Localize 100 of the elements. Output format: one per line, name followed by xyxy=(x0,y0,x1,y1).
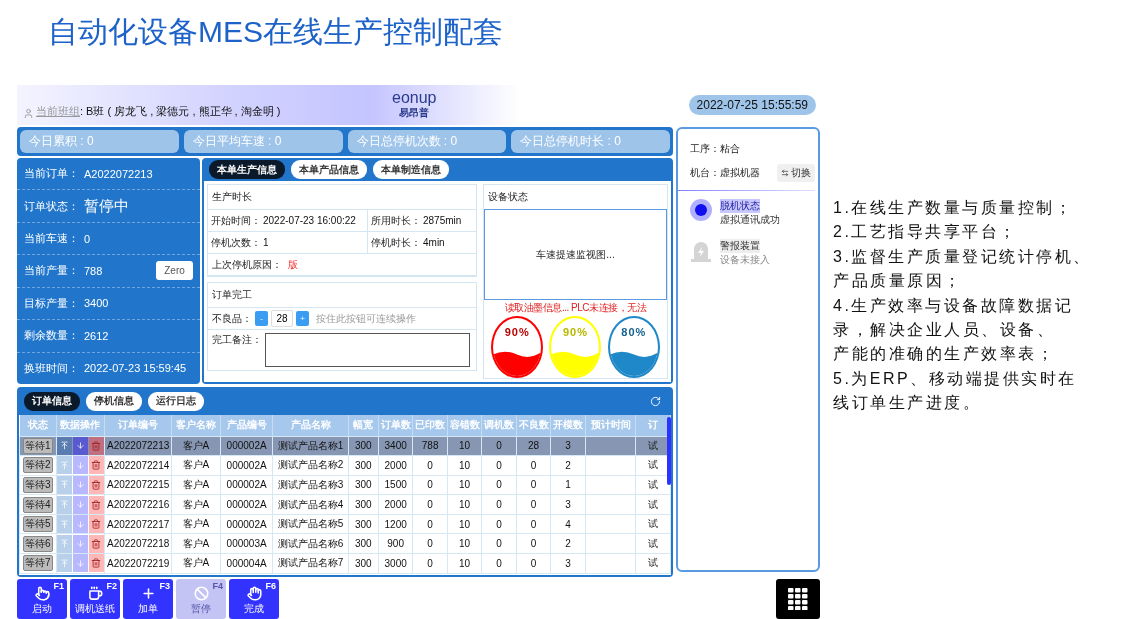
table-cell: 0 xyxy=(481,455,517,476)
table-cell: 2 xyxy=(550,533,586,554)
column-header: 产品编号 xyxy=(220,415,273,436)
defect-count-field[interactable]: 28 xyxy=(271,310,293,327)
table-cell: 10 xyxy=(447,455,482,476)
table-cell: 3 xyxy=(550,436,586,456)
delete-button[interactable] xyxy=(88,534,104,553)
table-cell: A2022072218 xyxy=(104,533,172,554)
column-header: 状态 xyxy=(19,415,56,436)
ink-reading: 90% xyxy=(562,326,588,340)
card-title: 生产时长 xyxy=(208,185,476,210)
arrow-up-to-line-icon xyxy=(59,441,69,451)
trash-icon xyxy=(91,519,102,530)
arrow-down-icon xyxy=(75,460,85,470)
table-cell: 000002A xyxy=(220,514,273,534)
apps-button[interactable] xyxy=(776,579,820,619)
shortcut-key: F4 xyxy=(212,581,223,591)
table-tab[interactable]: 运行日志 xyxy=(148,391,204,411)
detail-tab[interactable]: 本单产品信息 xyxy=(291,160,367,179)
table-cell: 客户A xyxy=(171,494,221,515)
zero-button[interactable]: Zero xyxy=(156,261,193,281)
column-header: 开模数 xyxy=(550,415,586,436)
table-cell: 测试产品名称2 xyxy=(273,455,348,476)
note-item: 2.工艺指导共享平台； xyxy=(833,222,1019,243)
column-header: 调机数 xyxy=(481,415,517,436)
team-members: : B班 ( 房龙飞 , 梁德元 , 熊正华 , 淘金明 ) xyxy=(80,104,281,119)
action-label: 加单 xyxy=(138,602,158,616)
status-button[interactable]: 等待5 xyxy=(22,516,53,533)
info-value: 暂停中 xyxy=(84,196,129,216)
table-cell: 1 xyxy=(550,475,586,495)
table-cell: 0 xyxy=(481,514,517,534)
column-header: 订单数 xyxy=(378,415,413,436)
table-cell: 000002A xyxy=(220,436,273,456)
shortcut-key: F6 xyxy=(265,581,276,591)
info-value: A2022072213 xyxy=(84,167,153,180)
field-value: 4min xyxy=(423,237,445,248)
field-label: 所用时长： xyxy=(371,213,421,228)
status-button[interactable]: 等待4 xyxy=(22,496,53,513)
table-cell: 客户A xyxy=(171,514,221,534)
delete-button[interactable] xyxy=(88,495,104,514)
logo-subtitle: 易昂普 xyxy=(399,107,430,120)
status-button[interactable]: 等待2 xyxy=(22,457,53,474)
delete-button[interactable] xyxy=(88,515,104,533)
info-label: 换班时间： xyxy=(24,360,80,376)
action-button[interactable]: F3 加单 xyxy=(123,579,173,619)
table-cell: 10 xyxy=(447,436,482,456)
status-button[interactable]: 等待3 xyxy=(22,477,53,493)
table-cell: 1500 xyxy=(378,475,413,495)
delete-button[interactable] xyxy=(88,476,104,494)
delete-button[interactable] xyxy=(88,554,104,573)
table-cell: 试 xyxy=(635,494,671,515)
table-cell: 0 xyxy=(516,514,551,534)
trash-icon xyxy=(91,460,102,471)
table-tab[interactable]: 订单信息 xyxy=(24,391,80,411)
note-item: 1.在线生产数量与质量控制； xyxy=(833,198,1075,218)
status-button[interactable]: 等待7 xyxy=(22,555,53,572)
status-button[interactable]: 等待6 xyxy=(22,535,53,552)
field-label: 停机次数： xyxy=(211,235,261,250)
arrow-up-to-line-icon xyxy=(59,500,69,510)
info-label: 目标产量： xyxy=(24,295,80,311)
table-cell: 000003A xyxy=(220,533,273,554)
action-button[interactable]: F1 启动 xyxy=(17,579,67,619)
column-header: 预计时间 xyxy=(585,415,636,436)
detail-tab[interactable]: 本单制造信息 xyxy=(373,160,449,179)
action-button[interactable]: F2 调机送纸 xyxy=(70,579,120,619)
table-cell: 10 xyxy=(447,553,482,574)
remark-field[interactable] xyxy=(265,333,470,367)
table-cell: 测试产品名称6 xyxy=(273,533,348,554)
table-cell: 300 xyxy=(348,533,379,554)
scrollbar[interactable] xyxy=(667,417,671,485)
refresh-icon[interactable] xyxy=(650,395,661,407)
stat-pill: 今日平均车速 : 0 xyxy=(183,130,343,153)
status-button[interactable]: 等待1 xyxy=(22,437,53,454)
table-cell: A2022072214 xyxy=(104,455,172,476)
arrow-down-icon xyxy=(75,441,85,451)
arrow-down-icon xyxy=(75,500,85,510)
field-label: 完工备注： xyxy=(212,333,262,347)
shortcut-key: F3 xyxy=(159,581,170,591)
table-tab[interactable]: 停机信息 xyxy=(86,391,142,411)
ban-icon xyxy=(193,586,209,601)
logo-wordmark: eonup xyxy=(392,89,437,106)
table-cell: 0 xyxy=(516,553,551,574)
pointing-hand-icon xyxy=(34,586,50,601)
action-button[interactable]: F6 完成 xyxy=(229,579,279,619)
table-cell: 000002A xyxy=(220,455,273,476)
user-icon xyxy=(23,108,34,119)
table-cell: 0 xyxy=(481,553,517,574)
arrow-up-to-line-icon xyxy=(59,539,69,549)
table-cell: 0 xyxy=(481,494,517,515)
switch-button[interactable]: 切换 xyxy=(777,164,815,182)
info-value: 0 xyxy=(84,232,91,245)
delete-button[interactable] xyxy=(88,456,104,475)
table-cell: 客户A xyxy=(171,475,221,495)
move-down-button[interactable] xyxy=(72,437,88,455)
detail-tab[interactable]: 本单生产信息 xyxy=(209,160,285,179)
info-value: 2022-07-23 15:59:45 xyxy=(84,362,187,375)
column-header: 已印数 xyxy=(412,415,448,436)
arrow-up-to-line-icon xyxy=(59,519,69,529)
ink-reading: 90% xyxy=(504,326,530,340)
column-header: 订单编号 xyxy=(104,415,172,436)
